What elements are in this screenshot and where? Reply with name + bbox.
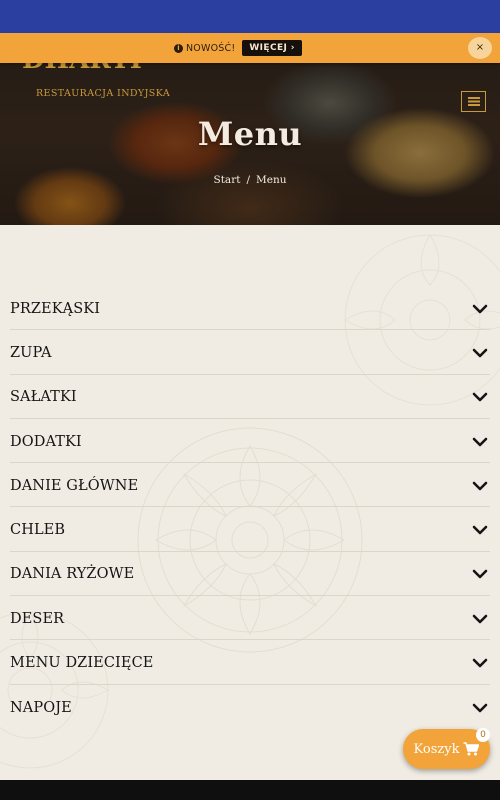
breadcrumb: Start / Menu xyxy=(0,174,500,186)
breadcrumb-separator: / xyxy=(246,174,250,186)
menu-category-label: DANIE GŁÓWNE xyxy=(10,477,139,494)
menu-category-label: ZUPA xyxy=(10,344,52,361)
announcement-bar: i NOWOŚĆ! WIĘCEJ › × xyxy=(0,33,500,63)
chevron-down-icon xyxy=(472,703,488,713)
menu-category-label: DESER xyxy=(10,610,65,627)
menu-category-zupa[interactable]: ZUPA xyxy=(10,330,490,375)
chevron-down-icon xyxy=(472,437,488,446)
breadcrumb-current: Menu xyxy=(255,174,287,186)
menu-category-napoje[interactable]: NAPOJE xyxy=(10,685,490,729)
menu-category-label: MENU DZIECIĘCE xyxy=(10,655,154,672)
menu-category-label: NAPOJE xyxy=(10,699,72,716)
menu-category-przekaski[interactable]: PRZEKĄSKI xyxy=(10,286,490,331)
menu-category-label: CHLEB xyxy=(10,522,66,539)
chevron-down-icon xyxy=(472,614,488,624)
announcement-text: NOWOŚĆ! xyxy=(186,42,236,54)
chevron-down-icon xyxy=(472,392,488,402)
menu-category-danie-glowne[interactable]: DANIE GŁÓWNE xyxy=(10,463,490,508)
menu-category-label: PRZEKĄSKI xyxy=(10,300,101,317)
chevron-down-icon xyxy=(472,481,488,491)
info-icon: i xyxy=(174,43,183,53)
announcement-content: i NOWOŚĆ! WIĘCEJ › xyxy=(174,38,302,58)
chevron-down-icon xyxy=(472,304,488,313)
chevron-down-icon xyxy=(472,348,488,358)
cart-count-badge: 0 xyxy=(476,728,490,742)
logo-tagline: RESTAURACJA INDYJSKA xyxy=(36,88,171,99)
menu-category-dania-ryzowe[interactable]: DANIA RYŻOWE xyxy=(10,552,490,597)
menu-category-menu-dzieciece[interactable]: MENU DZIECIĘCE xyxy=(10,640,490,685)
menu-category-label: DANIA RYŻOWE xyxy=(10,566,135,583)
chevron-down-icon xyxy=(472,658,488,668)
announcement-close-button[interactable]: × xyxy=(468,37,492,59)
menu-category-dodatki[interactable]: DODATKI xyxy=(10,419,490,464)
menu-category-list: PRZEKĄSKI ZUPA SAŁATKI DODATKI DANIE GŁÓ… xyxy=(10,286,490,729)
menu-category-deser[interactable]: DESER xyxy=(10,596,490,641)
cart-button[interactable]: Koszyk 0 xyxy=(403,728,490,769)
breadcrumb-start-link[interactable]: Start xyxy=(214,174,241,186)
page-title: Menu xyxy=(197,115,303,153)
menu-category-salatki[interactable]: SAŁATKI xyxy=(10,375,490,419)
announcement-more-button[interactable]: WIĘCEJ › xyxy=(242,40,302,56)
chevron-down-icon xyxy=(472,525,488,535)
menu-category-label: DODATKI xyxy=(10,433,82,450)
hamburger-menu-button[interactable] xyxy=(461,91,486,112)
bottom-bar xyxy=(0,780,500,800)
cart-icon xyxy=(463,742,480,756)
menu-category-chleb[interactable]: CHLEB xyxy=(10,507,490,552)
browser-top-strip xyxy=(0,0,500,33)
cart-label: Koszyk xyxy=(413,741,460,757)
hamburger-icon xyxy=(467,97,480,106)
chevron-down-icon xyxy=(472,570,488,579)
menu-category-label: SAŁATKI xyxy=(10,389,77,406)
